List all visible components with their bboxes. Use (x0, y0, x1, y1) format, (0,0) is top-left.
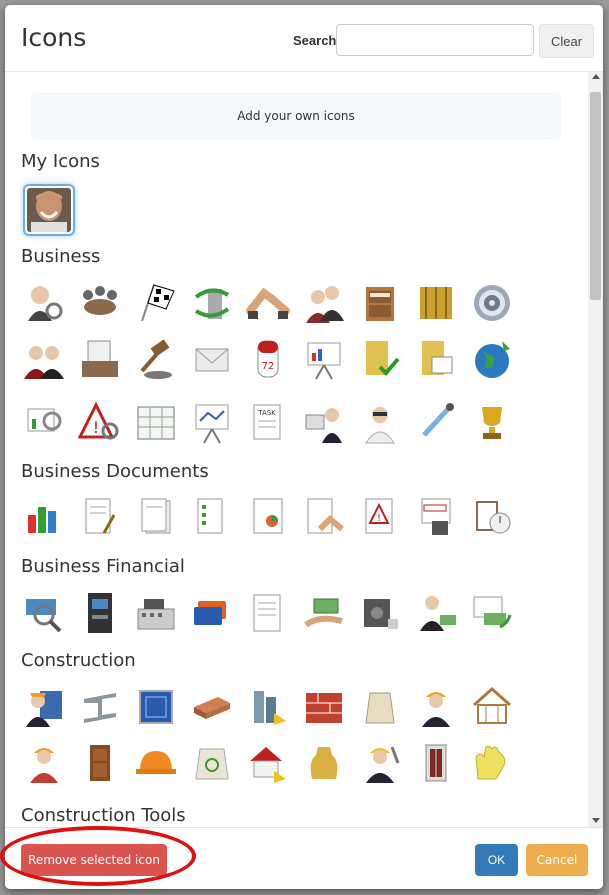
money-hand-icon[interactable] (301, 590, 347, 636)
section-title-business: Business (21, 246, 101, 267)
hard-hat-icon[interactable] (133, 740, 179, 786)
avatar-icon (27, 188, 71, 232)
pipette-icon[interactable] (413, 400, 459, 446)
vertical-scrollbar[interactable] (588, 72, 603, 827)
section-title-construction: Construction (21, 650, 136, 671)
architect-plan-icon[interactable] (21, 684, 67, 730)
safe-icon[interactable] (357, 590, 403, 636)
support-agent-icon[interactable] (301, 400, 347, 446)
document-warning-icon[interactable]: ! (357, 494, 403, 540)
brick-icon[interactable] (189, 684, 235, 730)
icon-row (21, 590, 515, 636)
section-title-construction-tools: Construction Tools (21, 805, 186, 826)
buildings-construction-icon[interactable] (245, 684, 291, 730)
steel-beam-icon[interactable] (77, 684, 123, 730)
cash-register-icon[interactable] (133, 590, 179, 636)
icon-row (21, 684, 515, 730)
clear-button[interactable]: Clear (539, 24, 594, 58)
icon-row (21, 280, 515, 326)
task-document-icon[interactable]: TASK (245, 400, 291, 446)
house-construction-icon[interactable] (245, 740, 291, 786)
building-transfer-icon[interactable] (189, 280, 235, 326)
banker-money-icon[interactable] (413, 590, 459, 636)
documents-stack-icon[interactable] (133, 494, 179, 540)
section-title-my-icons: My Icons (21, 151, 100, 172)
upload-dropzone[interactable]: Add your own icons (31, 92, 561, 140)
scroll-up-arrow-icon[interactable] (592, 74, 600, 79)
my-icon-selected[interactable] (23, 184, 75, 236)
calendar-grid-icon[interactable] (133, 400, 179, 446)
icon-row (21, 740, 515, 786)
mail-envelopes-icon[interactable] (189, 336, 235, 382)
worker-apron-icon[interactable] (21, 740, 67, 786)
business-partners-icon[interactable] (21, 336, 67, 382)
file-cabinet-icon[interactable] (357, 280, 403, 326)
invoice-icon[interactable] (245, 590, 291, 636)
business-team-icon[interactable] (301, 280, 347, 326)
recycle-bag-icon[interactable] (189, 740, 235, 786)
money-transfer-icon[interactable] (469, 590, 515, 636)
icons-dialog: Icons Search Clear Add your own icons My… (5, 5, 603, 889)
globe-icon[interactable] (469, 336, 515, 382)
bar-chart-icon[interactable] (21, 494, 67, 540)
target-icon[interactable] (469, 280, 515, 326)
sand-bag-icon[interactable] (301, 740, 347, 786)
brick-wall-icon[interactable] (301, 684, 347, 730)
cancel-button[interactable]: Cancel (526, 844, 588, 876)
meeting-table-icon[interactable] (77, 280, 123, 326)
chart-magnifier-icon[interactable] (21, 400, 67, 446)
atm-icon[interactable] (77, 590, 123, 636)
icon-row: 72 (21, 336, 515, 382)
construction-worker-icon[interactable] (413, 684, 459, 730)
business-person-search-icon[interactable] (21, 280, 67, 326)
remove-selected-icon-button[interactable]: Remove selected icon (21, 844, 167, 876)
credit-cards-icon[interactable] (189, 590, 235, 636)
document-handshake-icon[interactable] (301, 494, 347, 540)
work-gloves-icon[interactable] (469, 740, 515, 786)
svg-text:72: 72 (262, 361, 275, 372)
km-marker-icon[interactable]: 72 (245, 336, 291, 382)
gavel-icon[interactable] (133, 336, 179, 382)
search-label: Search (293, 33, 337, 48)
document-pen-icon[interactable] (77, 494, 123, 540)
worker-wrench-icon[interactable] (357, 740, 403, 786)
clipboard-box-icon[interactable] (77, 336, 123, 382)
icon-row: ! TASK (21, 400, 515, 446)
dialog-footer: Remove selected icon OK Cancel (5, 827, 603, 889)
scrollbar-thumb[interactable] (590, 92, 601, 300)
svg-text:!: ! (377, 513, 381, 524)
icons-body[interactable]: Add your own icons My Icons Business 72 … (5, 72, 589, 827)
trophy-icon[interactable] (469, 400, 515, 446)
dialog-header: Icons Search Clear (5, 5, 603, 72)
report-pie-icon[interactable] (245, 494, 291, 540)
cement-bag-icon[interactable] (357, 684, 403, 730)
scroll-down-arrow-icon[interactable] (592, 818, 600, 823)
presentation-easel-icon[interactable] (189, 400, 235, 446)
folder-check-icon[interactable] (357, 336, 403, 382)
window-icon[interactable] (413, 740, 459, 786)
ok-button[interactable]: OK (475, 844, 518, 876)
blueprint-icon[interactable] (133, 684, 179, 730)
svg-text:!: ! (93, 418, 99, 437)
approved-stamp-icon[interactable] (413, 494, 459, 540)
section-title-business-documents: Business Documents (21, 461, 209, 482)
door-icon[interactable] (77, 740, 123, 786)
svg-text:TASK: TASK (257, 409, 276, 417)
wooden-crate-icon[interactable] (413, 280, 459, 326)
handshake-icon[interactable] (245, 280, 291, 326)
checkered-flag-icon[interactable] (133, 280, 179, 326)
presentation-board-icon[interactable] (301, 336, 347, 382)
house-frame-icon[interactable] (469, 684, 515, 730)
dialog-title: Icons (21, 23, 87, 52)
icon-row: ! (21, 494, 515, 540)
money-magnifier-icon[interactable] (21, 590, 67, 636)
folder-chart-icon[interactable] (413, 336, 459, 382)
clipboard-clock-icon[interactable] (469, 494, 515, 540)
section-title-business-financial: Business Financial (21, 556, 185, 577)
scientist-icon[interactable] (357, 400, 403, 446)
search-input[interactable] (336, 24, 534, 56)
checklist-document-icon[interactable] (189, 494, 235, 540)
warning-magnifier-icon[interactable]: ! (77, 400, 123, 446)
